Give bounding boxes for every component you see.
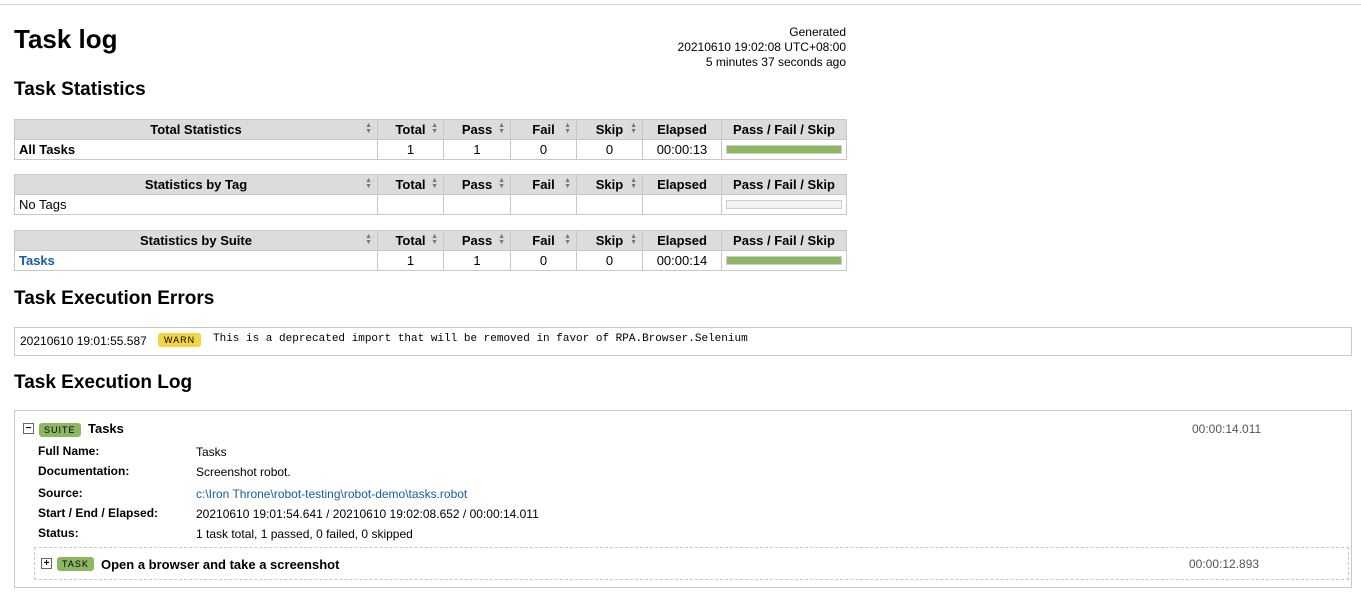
collapse-icon[interactable]: − <box>23 423 34 434</box>
sort-icon: ▲ ▼ <box>431 177 438 190</box>
task-name[interactable]: Open a browser and take a screenshot <box>101 557 339 572</box>
meta-label-start-end: Start / End / Elapsed: <box>38 506 159 520</box>
error-message: This is a deprecated import that will be… <box>213 333 748 345</box>
row-skip: 0 <box>576 250 643 271</box>
tag-statistics-table: Statistics by Tag ▲ ▼ Total ▲ ▼ Pass ▲ ▼ Fail ▲… <box>14 174 847 215</box>
execution-log: − SUITE Tasks 00:00:14.011 Full Name: Ta… <box>14 410 1352 588</box>
column-pass-fail-skip[interactable]: Pass / Fail / Skip <box>721 230 847 251</box>
row-elapsed: 00:00:13 <box>642 139 722 160</box>
table-row: All Tasks 1 1 0 0 00:00:13 <box>14 139 847 160</box>
row-graph <box>721 139 847 160</box>
total-statistics-header[interactable]: Total Statistics ▲ ▼ <box>14 119 378 140</box>
task-badge: TASK <box>57 557 94 571</box>
column-elapsed[interactable]: Elapsed <box>642 119 722 140</box>
column-skip[interactable]: Skip ▲ ▼ <box>576 119 643 140</box>
column-fail[interactable]: Fail ▲ ▼ <box>510 230 577 251</box>
sort-icon: ▲ ▼ <box>630 177 637 190</box>
column-fail[interactable]: Fail ▲ ▼ <box>510 119 577 140</box>
sort-icon: ▲ ▼ <box>564 177 571 190</box>
row-skip <box>576 194 643 215</box>
page-title: Task log <box>14 24 118 54</box>
suite-badge: SUITE <box>39 423 81 437</box>
generated-time: 20210610 19:02:08 UTC+08:00 <box>677 40 846 54</box>
task-elapsed: 00:00:12.893 <box>1189 557 1260 571</box>
pass-fail-skip-bar <box>726 256 842 265</box>
expand-icon[interactable]: + <box>41 558 52 569</box>
row-name: No Tags <box>14 194 378 215</box>
suite-statistics-table: Statistics by Suite ▲ ▼ Total ▲ ▼ Pass ▲ ▼ Fai… <box>14 230 847 271</box>
total-statistics-table: Total Statistics ▲ ▼ Total ▲ ▼ Pass ▲ ▼ Fail ▲ ▼… <box>14 119 847 160</box>
column-total[interactable]: Total ▲ ▼ <box>377 119 444 140</box>
sort-icon: ▲ ▼ <box>365 122 372 135</box>
row-total: 1 <box>377 139 444 160</box>
column-total[interactable]: Total ▲ ▼ <box>377 230 444 251</box>
row-fail: 0 <box>510 250 577 271</box>
row-fail <box>510 194 577 215</box>
row-fail: 0 <box>510 139 577 160</box>
errors-title: Task Execution Errors <box>14 288 215 309</box>
sort-icon: ▲ ▼ <box>498 233 505 246</box>
log-title: Task Execution Log <box>14 372 193 393</box>
table-row: Tasks 1 1 0 0 00:00:14 <box>14 250 847 271</box>
sort-icon: ▲ ▼ <box>498 177 505 190</box>
row-pass <box>443 194 511 215</box>
error-timestamp[interactable]: 20210610 19:01:55.587 <box>20 334 147 348</box>
warn-badge: WARN <box>158 333 202 347</box>
task-row[interactable]: + TASK Open a browser and take a screens… <box>34 547 1349 580</box>
row-total <box>377 194 444 215</box>
meta-value-documentation: Screenshot robot. <box>196 465 291 479</box>
suite-link[interactable]: Tasks <box>14 250 378 271</box>
table-row: No Tags <box>14 194 847 215</box>
column-pass[interactable]: Pass ▲ ▼ <box>443 174 511 195</box>
column-pass[interactable]: Pass ▲ ▼ <box>443 230 511 251</box>
generated-info: Generated 20210610 19:02:08 UTC+08:00 5 … <box>560 25 846 70</box>
sort-icon: ▲ ▼ <box>365 177 372 190</box>
sort-icon: ▲ ▼ <box>498 122 505 135</box>
meta-value-start-end: 20210610 19:01:54.641 / 20210610 19:02:0… <box>196 507 539 521</box>
suite-statistics-header[interactable]: Statistics by Suite ▲ ▼ <box>14 230 378 251</box>
sort-icon: ▲ ▼ <box>630 233 637 246</box>
column-total[interactable]: Total ▲ ▼ <box>377 174 444 195</box>
column-elapsed[interactable]: Elapsed <box>642 230 722 251</box>
row-skip: 0 <box>576 139 643 160</box>
sort-icon: ▲ ▼ <box>564 233 571 246</box>
sort-icon: ▲ ▼ <box>564 122 571 135</box>
row-elapsed <box>642 194 722 215</box>
column-elapsed[interactable]: Elapsed <box>642 174 722 195</box>
suite-elapsed: 00:00:14.011 <box>1192 422 1262 436</box>
sort-icon: ▲ ▼ <box>365 233 372 246</box>
row-name: All Tasks <box>14 139 378 160</box>
sort-icon: ▲ ▼ <box>431 233 438 246</box>
meta-label-status: Status: <box>38 526 79 540</box>
column-skip[interactable]: Skip ▲ ▼ <box>576 230 643 251</box>
sort-icon: ▲ ▼ <box>630 122 637 135</box>
column-fail[interactable]: Fail ▲ ▼ <box>510 174 577 195</box>
suite-name[interactable]: Tasks <box>88 421 124 436</box>
row-graph <box>721 194 847 215</box>
row-pass: 1 <box>443 139 511 160</box>
meta-label-source: Source: <box>38 486 83 500</box>
error-row: 20210610 19:01:55.587 WARN This is a dep… <box>14 327 1352 356</box>
row-graph <box>721 250 847 271</box>
column-pass-fail-skip[interactable]: Pass / Fail / Skip <box>721 119 847 140</box>
tag-statistics-header[interactable]: Statistics by Tag ▲ ▼ <box>14 174 378 195</box>
column-pass-fail-skip[interactable]: Pass / Fail / Skip <box>721 174 847 195</box>
sort-icon: ▲ ▼ <box>431 122 438 135</box>
pass-fail-skip-bar <box>726 145 842 154</box>
row-pass: 1 <box>443 250 511 271</box>
meta-value-full-name: Tasks <box>196 445 227 459</box>
meta-value-status: 1 task total, 1 passed, 0 failed, 0 skip… <box>196 527 413 541</box>
meta-label-full-name: Full Name: <box>38 444 100 458</box>
column-skip[interactable]: Skip ▲ ▼ <box>576 174 643 195</box>
statistics-title: Task Statistics <box>14 79 146 100</box>
source-link[interactable]: c:\Iron Throne\robot-testing\robot-demo\… <box>196 487 467 501</box>
generated-ago: 5 minutes 37 seconds ago <box>705 55 846 69</box>
meta-label-documentation: Documentation: <box>38 464 130 478</box>
pass-fail-skip-bar <box>726 200 842 209</box>
row-elapsed: 00:00:14 <box>642 250 722 271</box>
top-divider <box>0 4 1361 5</box>
row-total: 1 <box>377 250 444 271</box>
generated-label: Generated <box>789 25 846 39</box>
column-pass[interactable]: Pass ▲ ▼ <box>443 119 511 140</box>
